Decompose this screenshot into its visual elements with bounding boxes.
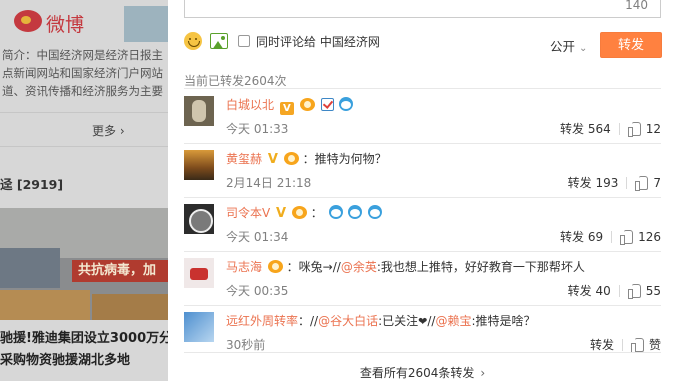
emoji-icon[interactable]	[184, 32, 202, 50]
avatar[interactable]	[184, 204, 214, 234]
mention-link[interactable]: @赖宝	[435, 314, 471, 328]
item-actions: 转发 193 7	[568, 174, 661, 191]
item-actions: 转发 赞	[590, 336, 661, 353]
member-crown-icon	[283, 152, 299, 165]
news-photo: 共抗病毒，加	[0, 208, 168, 320]
more-link[interactable]: 更多 ›	[92, 122, 125, 139]
repost-count-label: 迳 [2919]	[0, 177, 64, 192]
repost-action[interactable]: 转发 564	[560, 122, 611, 136]
repost-count-title: 当前已转发2604次	[184, 74, 287, 88]
user-name[interactable]: 马志海	[226, 260, 262, 274]
avatar[interactable]	[184, 150, 214, 180]
list-item: 司令本V V ： 今天 01:34 转发 69 126	[184, 198, 661, 251]
like-action[interactable]: 12	[627, 122, 661, 137]
like-action[interactable]: 126	[620, 230, 661, 245]
chevron-right-icon: ›	[480, 366, 486, 380]
avatar[interactable]	[184, 258, 214, 288]
visibility-dropdown[interactable]: 公开 ⌄	[550, 36, 587, 55]
photo-banner: 共抗病毒，加	[72, 260, 168, 282]
weibo-eye-icon	[14, 10, 42, 32]
doraemon-icon	[328, 205, 343, 219]
list-item: 黄玺赫 V ：推特为何物？ 2月14日 21:18 转发 193 7	[184, 144, 661, 197]
news-headline[interactable]: 驰援!雅迪集团设立3000万分 采购物资驰援湖北多地	[0, 328, 168, 372]
verified-icon: V	[267, 152, 278, 167]
doraemon-icon	[339, 97, 354, 111]
list-item: 马志海 ：咪兔→//@余英:我也想上推特，好好教育一下那帮坏人 今天 00:35…	[184, 252, 661, 305]
repost-submit-button[interactable]: 转发	[600, 32, 662, 58]
intro-line: 点新闻网站和国家经济门户网站	[2, 66, 163, 80]
repost-action[interactable]: 转发	[590, 338, 614, 352]
divider	[184, 88, 661, 89]
timestamp: 今天 01:34	[226, 230, 289, 244]
verified-icon: V	[279, 102, 294, 115]
list-item: 白城以北 V 今天 01:33 转发 564 12	[184, 90, 661, 143]
member-crown-icon	[291, 206, 307, 219]
user-name[interactable]: 远红外周转率	[226, 314, 298, 328]
weibo-logo: 微博	[0, 6, 168, 42]
composer-toolbar: 同时评论给 中国经济网 公开 ⌄ 转发	[184, 30, 662, 58]
intro-line: 道、资讯传播和经济服务为主要	[2, 84, 163, 98]
comment-too-label: 同时评论给 中国经济网	[256, 35, 380, 49]
background-page: 微博 简介：中国经济网是经济日报主 点新闻网站和国家经济门户网站 道、资讯传播和…	[0, 0, 168, 381]
user-name[interactable]: 白城以北	[226, 98, 274, 112]
like-action[interactable]: 7	[635, 176, 661, 191]
repost-textarea[interactable]: 140	[184, 0, 661, 18]
member-crown-icon	[299, 98, 315, 111]
chevron-down-icon: ⌄	[579, 43, 588, 54]
thumbs-up-icon	[630, 338, 645, 353]
item-actions: 转发 69 126	[560, 228, 661, 245]
user-name[interactable]: 司令本V	[226, 206, 270, 220]
image-icon[interactable]	[210, 33, 228, 49]
weibo-brand-text: 微博	[46, 14, 85, 36]
avatar[interactable]	[184, 312, 214, 342]
item-actions: 转发 564 12	[560, 120, 661, 137]
repost-action[interactable]: 转发 40	[568, 284, 611, 298]
timestamp: 2月14日 21:18	[226, 176, 312, 190]
heart-icon: ❤	[418, 315, 428, 328]
thumbs-up-icon	[627, 122, 642, 137]
user-name[interactable]: 黄玺赫	[226, 152, 262, 166]
char-counter: 140	[625, 0, 648, 12]
comment-too-checkbox[interactable]	[238, 35, 250, 47]
repost-action[interactable]: 转发 69	[560, 230, 603, 244]
repost-panel: 140 同时评论给 中国经济网 公开 ⌄ 转发 当前已转发2604次 白城以北 V…	[168, 0, 677, 381]
item-actions: 转发 40 55	[568, 282, 661, 299]
thumbs-up-icon	[620, 230, 634, 245]
doraemon-icon	[368, 205, 383, 219]
repost-content: ：推特为何物？	[302, 152, 387, 166]
timestamp: 30秒前	[226, 338, 266, 352]
thumbs-up-icon	[635, 176, 649, 191]
profile-intro: 简介：中国经济网是经济日报主 点新闻网站和国家经济门户网站 道、资讯传播和经济服…	[2, 46, 168, 100]
view-all-reposts-link[interactable]: 查看所有2604条转发 ›	[168, 364, 677, 381]
divider	[0, 146, 168, 147]
intro-line: 简介：中国经济网是经济日报主	[2, 48, 163, 62]
repost-action[interactable]: 转发 193	[568, 176, 619, 190]
profile-cover	[124, 6, 168, 42]
thumbs-up-icon	[627, 284, 642, 299]
timestamp: 今天 00:35	[226, 284, 289, 298]
doraemon-icon	[348, 205, 363, 219]
verified-icon: V	[276, 206, 287, 221]
timestamp: 今天 01:33	[226, 122, 289, 136]
mention-link[interactable]: @谷大白话	[318, 314, 378, 328]
like-action[interactable]: 55	[627, 284, 661, 299]
like-action[interactable]: 赞	[630, 338, 661, 353]
mention-link[interactable]: @余英	[341, 260, 377, 274]
checkin-icon	[320, 98, 334, 111]
divider	[0, 112, 168, 113]
member-crown-icon	[267, 260, 283, 273]
avatar[interactable]	[184, 96, 214, 126]
